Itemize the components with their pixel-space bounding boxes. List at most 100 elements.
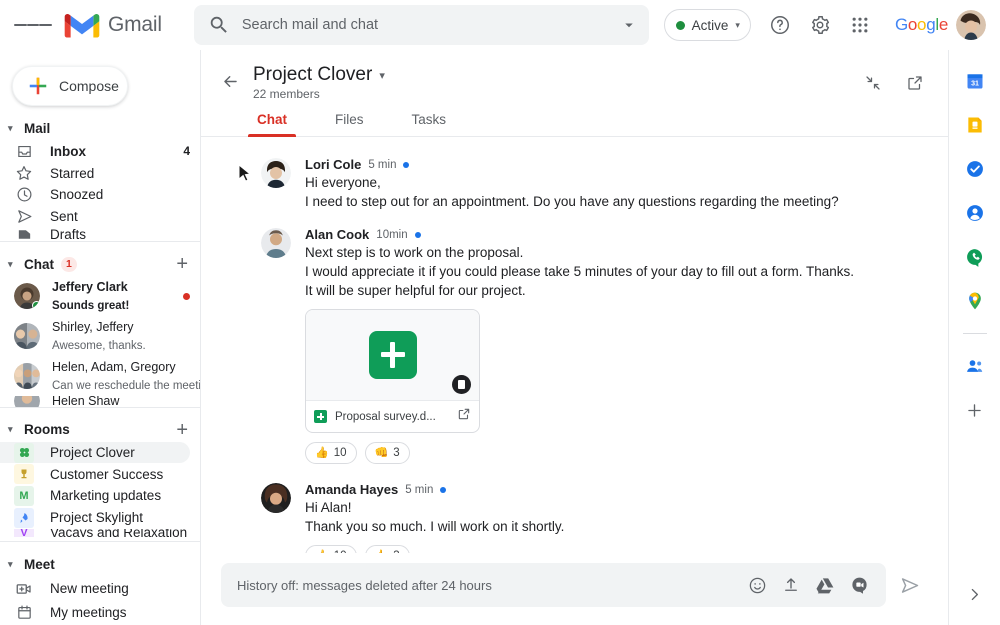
status-badge[interactable]: Active ▾ (664, 9, 751, 41)
composer-placeholder[interactable]: History off: messages deleted after 24 h… (237, 578, 738, 593)
sidebar-room-customer-success[interactable]: Customer Success (0, 463, 190, 485)
chat-list-item[interactable]: Helen, Adam, Gregory Can we reschedule t… (0, 356, 200, 396)
message-header: Amanda Hayes 5 min (305, 482, 928, 497)
sidebar-item-sent[interactable]: Sent (0, 206, 190, 228)
trophy-icon (14, 464, 34, 484)
sidebar-room-label: Project Skylight (50, 510, 143, 525)
avatar[interactable] (261, 483, 291, 513)
chevron-down-icon[interactable]: ▾ (8, 560, 18, 569)
attachment-preview[interactable] (306, 310, 479, 400)
google-keep-icon[interactable] (958, 108, 992, 142)
compose-button[interactable]: Compose (12, 66, 128, 106)
gear-icon[interactable] (801, 6, 839, 44)
tab-tasks[interactable]: Tasks (408, 112, 451, 136)
svg-text:31: 31 (971, 80, 979, 88)
chevron-right-icon[interactable] (958, 577, 992, 611)
tab-chat[interactable]: Chat (253, 112, 291, 136)
room-title-button[interactable]: Project Clover ▾ (253, 64, 385, 86)
search-input[interactable] (242, 17, 617, 33)
sidebar-item-drafts[interactable]: Drafts (0, 227, 190, 241)
tab-files[interactable]: Files (331, 112, 368, 136)
send-button[interactable] (894, 569, 926, 601)
reaction-chip[interactable]: 🤙 3 (365, 545, 410, 553)
upload-icon[interactable] (776, 570, 806, 600)
message-line: Hi everyone, (305, 173, 928, 192)
open-in-new-icon[interactable] (457, 407, 471, 426)
avatar[interactable] (261, 158, 291, 188)
hamburger-icon[interactable] (14, 6, 52, 44)
google-maps-icon[interactable] (958, 284, 992, 318)
emoji-icon[interactable] (742, 570, 772, 600)
chat-main-panel: Project Clover ▾ 22 members Chat Files (200, 50, 948, 625)
sidebar-item-starred[interactable]: Starred (0, 162, 190, 184)
presence-dot-icon (32, 301, 40, 309)
section-mail-label: Mail (24, 121, 50, 136)
chevron-down-icon[interactable]: ▾ (8, 260, 18, 269)
reaction-chip[interactable]: 👍 10 (305, 442, 357, 464)
sidebar-item-my-meetings[interactable]: My meetings (0, 601, 190, 625)
collapse-icon[interactable] (854, 64, 892, 102)
calendar-icon (14, 603, 34, 623)
gmail-brand[interactable]: Gmail (64, 11, 162, 39)
chevron-down-icon[interactable]: ▾ (735, 20, 740, 31)
message-body: Amanda Hayes 5 min Hi Alan! Thank you so… (305, 482, 928, 553)
sidebar-room-label: Customer Success (50, 467, 163, 482)
chat-list-item[interactable]: Shirley, Jeffery Awesome, thanks. (0, 316, 200, 356)
unread-dot-icon (183, 293, 190, 300)
video-chat-icon[interactable] (844, 570, 874, 600)
google-calendar-icon[interactable]: 31 (958, 64, 992, 98)
people-icon[interactable] (958, 349, 992, 383)
avatar[interactable] (261, 228, 291, 258)
google-voice-icon[interactable] (958, 240, 992, 274)
chat-unread-badge: 1 (61, 257, 77, 272)
divider (0, 407, 200, 408)
chevron-down-icon[interactable]: ▾ (8, 124, 18, 133)
search-bar[interactable] (194, 5, 649, 45)
composer-input-box[interactable]: History off: messages deleted after 24 h… (221, 563, 886, 607)
google-contacts-icon[interactable] (958, 196, 992, 230)
add-room-icon[interactable]: + (176, 420, 188, 440)
avatar[interactable] (956, 10, 986, 40)
sidebar-item-new-meeting[interactable]: New meeting (0, 576, 190, 600)
chevron-down-icon[interactable]: ▾ (8, 425, 18, 434)
sidebar-item-label: Inbox (50, 144, 183, 159)
apps-grid-icon[interactable] (841, 6, 879, 44)
sidebar-item-label: Starred (50, 166, 190, 181)
sidebar-room-marketing-updates[interactable]: M Marketing updates (0, 485, 190, 507)
avatar (14, 363, 40, 389)
chevron-down-icon[interactable] (617, 13, 641, 37)
section-chat[interactable]: ▾ Chat 1 + (0, 252, 200, 276)
reaction-chip[interactable]: 👍 10 (305, 545, 357, 553)
sidebar-room-project-clover[interactable]: Project Clover (0, 442, 190, 464)
add-panel-icon[interactable] (958, 393, 992, 427)
chat-list-item-snippet: Awesome, thanks. (52, 340, 146, 352)
sidebar-room-vacays[interactable]: V Vacays and Relaxation (0, 529, 190, 538)
chat-list-item[interactable]: Jeffery Clark Sounds great! (0, 276, 200, 316)
attachment-footer: Proposal survey.d... (306, 400, 479, 432)
help-icon[interactable] (761, 6, 799, 44)
reaction-chip[interactable]: 👊 3 (365, 442, 410, 464)
section-meet[interactable]: ▾ Meet (0, 552, 200, 576)
sidebar-room-project-skylight[interactable]: Project Skylight (0, 507, 190, 529)
section-rooms[interactable]: ▾ Rooms + (0, 417, 200, 441)
compose-label: Compose (59, 78, 119, 94)
plus-icon (27, 75, 49, 97)
message-author: Lori Cole (305, 157, 361, 172)
message-line: I need to step out for an appointment. D… (305, 192, 928, 211)
section-mail[interactable]: ▾ Mail (0, 116, 200, 140)
back-arrow-icon[interactable] (215, 66, 245, 96)
attachment-card[interactable]: Proposal survey.d... (305, 309, 480, 433)
open-in-new-icon[interactable] (896, 64, 934, 102)
chat-list-item-snippet: Sounds great! (52, 300, 129, 312)
google-drive-icon[interactable] (810, 570, 840, 600)
sidebar-item-snoozed[interactable]: Snoozed (0, 184, 190, 206)
chevron-down-icon[interactable]: ▾ (379, 69, 385, 82)
add-chat-icon[interactable]: + (176, 254, 188, 274)
message-line: I would appreciate it if you could pleas… (305, 262, 928, 281)
google-tasks-icon[interactable] (958, 152, 992, 186)
sidebar-item-inbox[interactable]: Inbox 4 (0, 140, 190, 162)
page-title: Project Clover (253, 64, 372, 86)
account-button[interactable]: Google (885, 7, 990, 43)
clock-icon (14, 185, 34, 205)
chat-list-item[interactable]: Helen Shaw (0, 396, 200, 406)
